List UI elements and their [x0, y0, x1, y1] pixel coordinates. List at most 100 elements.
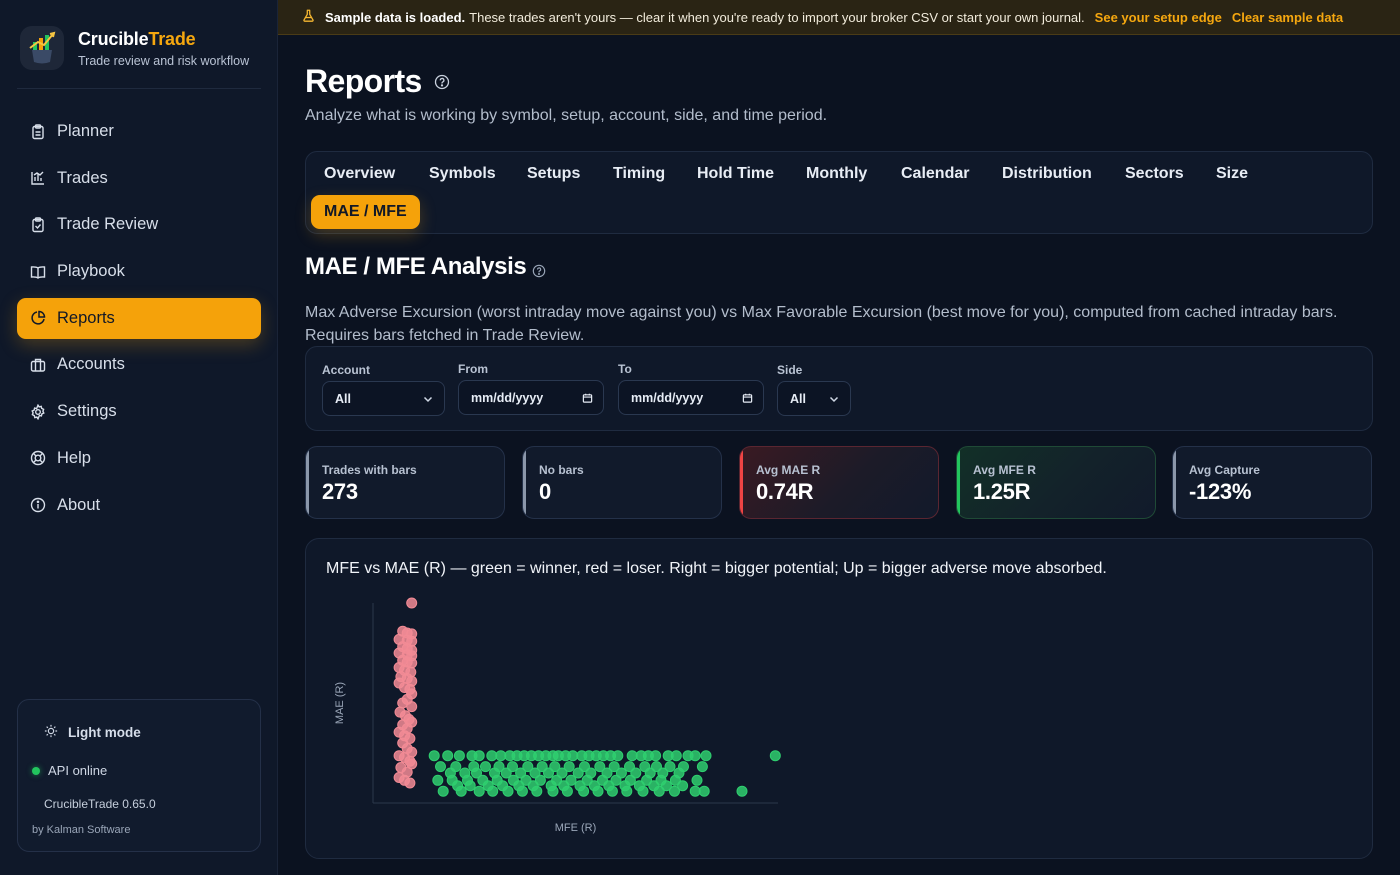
filter-bar: Account All From mm/dd/yyyy To mm/dd/yyy… [305, 346, 1373, 431]
winner-trade-point[interactable] [653, 785, 665, 797]
tab-symbols[interactable]: Symbols [429, 165, 496, 183]
sidebar-item-trades[interactable]: Trades [17, 158, 261, 199]
loser-trade-point[interactable] [406, 701, 418, 713]
from-filter-label: From [458, 362, 488, 376]
winner-trade-point[interactable] [455, 785, 467, 797]
stat-label: Avg MAE R [756, 463, 821, 477]
tab-calendar[interactable]: Calendar [901, 165, 969, 183]
tab-setups[interactable]: Setups [527, 165, 580, 183]
calendar-icon[interactable] [582, 392, 593, 403]
tab-monthly[interactable]: Monthly [806, 165, 867, 183]
stat-value: 273 [322, 479, 358, 504]
loser-trade-point[interactable] [404, 777, 416, 789]
winner-trade-point[interactable] [606, 785, 618, 797]
calendar-icon[interactable] [742, 392, 753, 403]
winner-trade-point[interactable] [487, 785, 499, 797]
api-status: API online [32, 763, 107, 778]
to-date-input[interactable]: mm/dd/yyyy [618, 380, 764, 415]
sidebar-item-help[interactable]: Help [17, 438, 261, 479]
winner-trade-point[interactable] [480, 761, 491, 773]
winner-trade-point[interactable] [769, 750, 781, 762]
winner-trade-point[interactable] [670, 750, 682, 762]
bar-chart-icon [29, 169, 47, 187]
tab-sectors[interactable]: Sectors [1125, 165, 1184, 183]
from-date-input[interactable]: mm/dd/yyyy [458, 380, 604, 415]
winner-trade-point[interactable] [531, 785, 543, 797]
sidebar-item-reports[interactable]: Reports [17, 297, 261, 339]
help-circle-icon[interactable] [532, 264, 546, 278]
chevron-down-icon [828, 393, 840, 405]
winner-trade-point[interactable] [464, 780, 476, 792]
winner-trade-point[interactable] [437, 785, 449, 797]
winner-trade-point[interactable] [495, 750, 507, 762]
sidebar-footer: Light mode API online CrucibleTrade 0.65… [17, 699, 261, 852]
winner-trade-point[interactable] [637, 785, 649, 797]
sun-icon [44, 724, 58, 741]
sidebar-item-settings[interactable]: Settings [17, 391, 261, 432]
winner-trade-point[interactable] [435, 761, 446, 773]
app-tagline: Trade review and risk workflow [78, 53, 250, 68]
flask-icon [302, 9, 315, 25]
tab-overview[interactable]: Overview [324, 165, 395, 183]
briefcase-icon [29, 356, 47, 374]
winner-trade-point[interactable] [621, 785, 633, 797]
see-setup-edge-link[interactable]: See your setup edge [1095, 10, 1222, 25]
stat-value: 0 [539, 479, 551, 504]
sidebar-item-label: Settings [57, 402, 117, 421]
winner-trade-point[interactable] [578, 785, 590, 797]
side-select[interactable]: All [777, 381, 851, 416]
tab-size[interactable]: Size [1216, 165, 1248, 183]
byline: by Kalman Software [32, 824, 131, 836]
help-circle-icon[interactable] [434, 74, 450, 90]
section-description: Max Adverse Excursion (worst intraday mo… [305, 304, 1338, 344]
winner-trade-point[interactable] [698, 785, 710, 797]
light-mode-toggle[interactable]: Light mode [44, 724, 141, 741]
pie-chart-icon [29, 309, 47, 327]
account-select[interactable]: All [322, 381, 445, 416]
sidebar-item-playbook[interactable]: Playbook [17, 251, 261, 292]
winner-trade-point[interactable] [736, 785, 748, 797]
loser-trade-point[interactable] [397, 697, 409, 709]
tab-hold-time[interactable]: Hold Time [697, 165, 774, 183]
winner-trade-point[interactable] [592, 785, 604, 797]
winner-trade-point[interactable] [486, 750, 498, 762]
winner-trade-point[interactable] [561, 785, 573, 797]
winner-trade-point[interactable] [669, 785, 680, 797]
sidebar-item-planner[interactable]: Planner [17, 111, 261, 152]
status-dot-icon [32, 766, 40, 775]
sidebar-item-label: Trades [57, 168, 108, 187]
sidebar-item-about[interactable]: About [17, 485, 261, 526]
app-name: CrucibleTrade [78, 28, 196, 49]
winner-trade-point[interactable] [650, 750, 662, 762]
stat-card-no-bars: No bars 0 [522, 446, 722, 519]
winner-trade-point[interactable] [428, 750, 440, 762]
light-mode-label: Light mode [68, 725, 141, 740]
winner-trade-point[interactable] [432, 774, 444, 786]
scatter-points [393, 597, 781, 797]
sidebar-item-trade-review[interactable]: Trade Review [17, 204, 261, 245]
winner-trade-point[interactable] [453, 750, 465, 762]
winner-trade-point[interactable] [473, 750, 485, 762]
winner-trade-point[interactable] [689, 750, 701, 762]
winner-trade-point[interactable] [691, 774, 703, 786]
winner-trade-point[interactable] [516, 785, 528, 797]
winner-trade-point[interactable] [547, 785, 559, 797]
winner-trade-point[interactable] [543, 767, 554, 779]
stat-label: Trades with bars [322, 463, 417, 477]
brand[interactable]: CrucibleTrade Trade review and risk work… [20, 26, 249, 70]
winner-trade-point[interactable] [696, 761, 708, 773]
clear-sample-data-link[interactable]: Clear sample data [1232, 10, 1343, 25]
winner-trade-point[interactable] [442, 750, 454, 762]
stat-card-avg-mae: Avg MAE R 0.74R [739, 446, 939, 519]
account-filter-label: Account [322, 363, 370, 377]
loser-trade-point[interactable] [406, 597, 418, 609]
winner-trade-point[interactable] [473, 785, 485, 797]
sidebar-item-accounts[interactable]: Accounts [17, 344, 261, 385]
tab-distribution[interactable]: Distribution [1002, 165, 1092, 183]
tab-mae-mfe[interactable]: MAE / MFE [311, 195, 420, 229]
winner-trade-point[interactable] [612, 750, 624, 762]
winner-trade-point[interactable] [502, 785, 514, 797]
tab-timing[interactable]: Timing [613, 165, 665, 183]
page-subtitle: Analyze what is working by symbol, setup… [305, 107, 828, 124]
winner-trade-point[interactable] [700, 750, 712, 762]
